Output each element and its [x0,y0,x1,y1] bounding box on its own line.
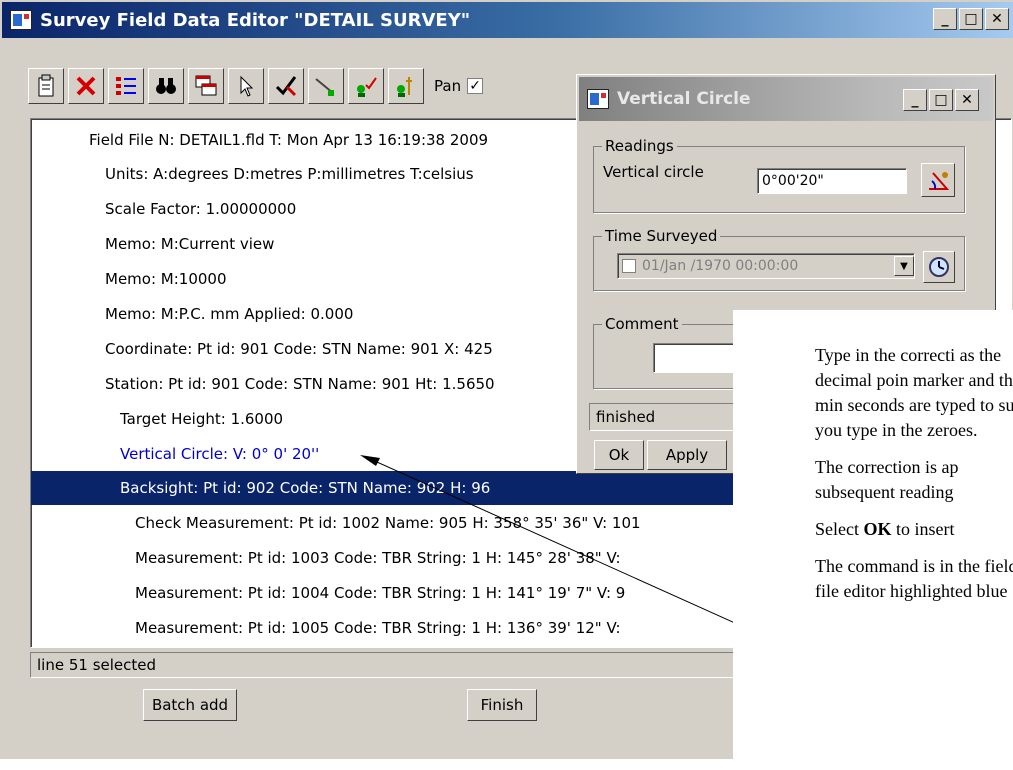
callout-paragraph: Select OK to insert [733,517,1013,542]
documentation-callout: Type in the correcti as the decimal poin… [733,310,1013,770]
callout-paragraph: The command is in the field file editor … [815,556,1013,601]
callout-text: to insert [891,519,955,539]
callout-paragraph: The correction is ap subsequent reading [815,457,959,502]
callout-text: Select [815,519,864,539]
callout-bold: OK [863,519,892,539]
callout-paragraph: Type in the correcti as the decimal poin… [815,345,1013,440]
